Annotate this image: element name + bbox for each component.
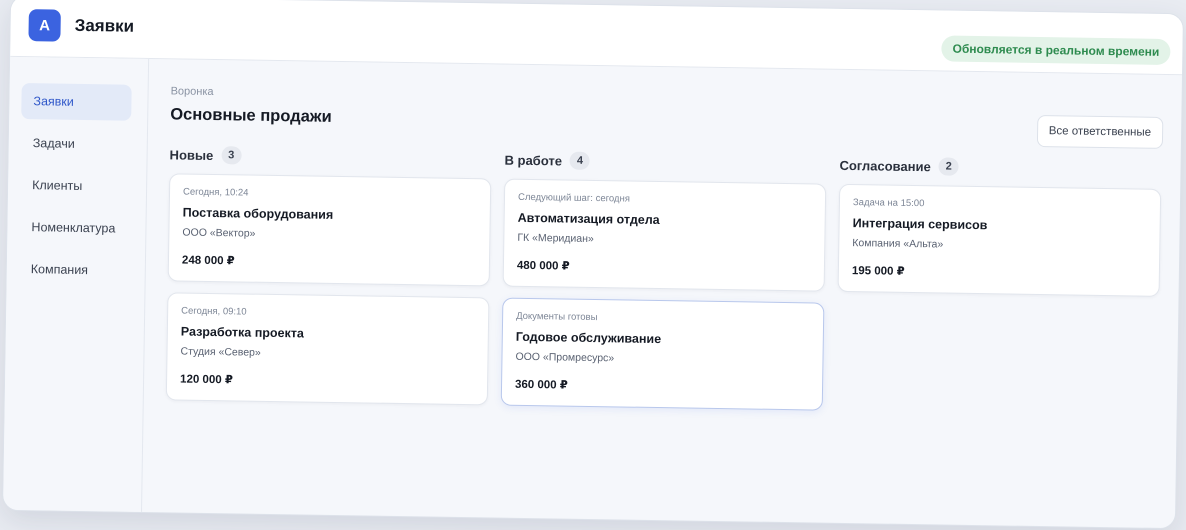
card-title: Годовое обслуживание bbox=[515, 329, 662, 347]
card-title: Разработка проекта bbox=[180, 324, 304, 341]
card-amount: 360 000 ₽ bbox=[514, 378, 568, 392]
card-company: ГК «Меридиан» bbox=[517, 231, 594, 246]
card-company: Студия «Север» bbox=[180, 345, 261, 359]
kanban-column-approval: Согласование 2 Задача на 15:00 Интеграци… bbox=[837, 154, 1162, 308]
breadcrumb[interactable]: Воронка bbox=[171, 85, 214, 98]
column-header: В работе 4 bbox=[504, 149, 826, 176]
sidebar: Заявки Задачи Клиенты Номенклатура Компа… bbox=[3, 56, 150, 512]
column-count-badge: 4 bbox=[569, 151, 591, 170]
kanban-column-new: Новые 3 Сегодня, 10:24 Поставка оборудов… bbox=[165, 143, 492, 416]
card-amount: 120 000 ₽ bbox=[180, 373, 233, 387]
card-amount: 195 000 ₽ bbox=[851, 265, 905, 278]
card-company: Компания «Альта» bbox=[852, 237, 944, 251]
column-count-badge: 2 bbox=[938, 157, 959, 176]
page-title: Основные продажи bbox=[170, 105, 332, 126]
sidebar-item-tasks[interactable]: Задачи bbox=[21, 125, 132, 163]
column-title: Новые bbox=[169, 146, 214, 163]
card-title: Интеграция сервисов bbox=[852, 216, 988, 233]
app-window: A Заявки Обновляется в реальном времени … bbox=[2, 0, 1184, 530]
card-meta: Следующий шаг: сегодня bbox=[517, 191, 631, 205]
column-header: Согласование 2 bbox=[839, 154, 1161, 181]
deal-card[interactable]: Следующий шаг: сегодня Автоматизация отд… bbox=[502, 178, 827, 292]
card-meta: Документы готовы bbox=[516, 310, 598, 324]
card-title: Автоматизация отдела bbox=[517, 210, 660, 228]
card-meta: Задача на 15:00 bbox=[852, 197, 925, 210]
card-amount: 480 000 ₽ bbox=[516, 259, 570, 273]
column-title: В работе bbox=[504, 152, 563, 168]
card-title: Поставка оборудования bbox=[182, 205, 334, 222]
card-meta: Сегодня, 10:24 bbox=[182, 186, 249, 199]
deal-card[interactable]: Документы готовы Годовое обслуживание ОО… bbox=[500, 297, 825, 411]
deal-card[interactable]: Сегодня, 09:10 Разработка проекта Студия… bbox=[165, 292, 490, 406]
kanban-column-in-progress: В работе 4 Следующий шаг: сегодня Автома… bbox=[500, 149, 827, 422]
app-title: Заявки bbox=[74, 15, 135, 36]
main-content: Воронка Основные продажи Все ответственн… bbox=[142, 59, 1182, 528]
live-status-badge: Обновляется в реальном времени bbox=[941, 35, 1171, 66]
card-amount: 248 000 ₽ bbox=[181, 254, 235, 268]
sidebar-item-catalog[interactable]: Номенклатура bbox=[19, 209, 130, 247]
deal-card[interactable]: Сегодня, 10:24 Поставка оборудования ООО… bbox=[167, 173, 492, 287]
sidebar-item-clients[interactable]: Клиенты bbox=[20, 167, 131, 205]
app-logo[interactable]: A bbox=[28, 9, 61, 42]
sidebar-item-requests[interactable]: Заявки bbox=[21, 83, 132, 121]
column-title: Согласование bbox=[839, 157, 931, 174]
card-company: ООО «Промресурс» bbox=[515, 350, 615, 365]
deal-card[interactable]: Задача на 15:00 Интеграция сервисов Комп… bbox=[837, 183, 1162, 297]
column-header: Новые 3 bbox=[169, 143, 491, 170]
sidebar-item-company[interactable]: Компания bbox=[19, 251, 130, 289]
column-count-badge: 3 bbox=[221, 146, 242, 165]
card-company: ООО «Вектор» bbox=[182, 226, 256, 240]
responsible-filter-button[interactable]: Все ответственные bbox=[1036, 114, 1164, 149]
card-meta: Сегодня, 09:10 bbox=[181, 305, 247, 318]
